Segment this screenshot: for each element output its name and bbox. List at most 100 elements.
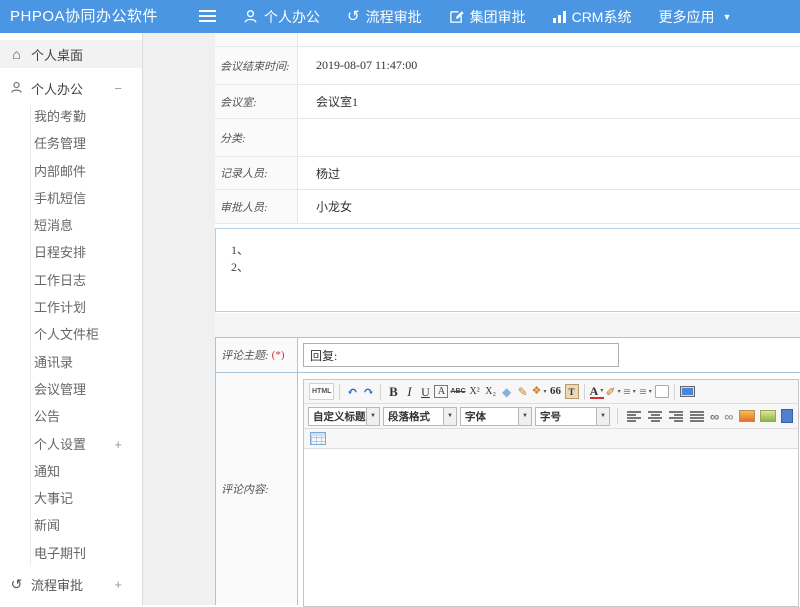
expand-plus-icon[interactable]: + <box>114 577 122 592</box>
top-bar: PHPOA协同办公软件 个人办公 ↺ 流程审批 集团审批 CRM系统 更多应用 … <box>0 0 800 33</box>
sidebar-item-personal-settings[interactable]: 个人设置 + <box>0 431 142 458</box>
sidebar-item-label: 日程安排 <box>34 245 86 260</box>
sidebar-item-schedule[interactable]: 日程安排 <box>0 239 142 266</box>
sidebar-item-label: 新闻 <box>34 518 60 533</box>
field-value: 2019-08-07 11:47:00 <box>298 47 800 84</box>
new-page-icon[interactable] <box>655 385 669 398</box>
fullscreen-icon[interactable] <box>680 386 695 397</box>
paragraph-format-dropdown[interactable]: 段落格式▼ <box>383 407 457 426</box>
eraser-icon[interactable]: ◆ <box>500 383 514 400</box>
highlight-marker-icon[interactable]: ✐▾ <box>606 383 621 400</box>
blockquote-icon[interactable]: 66 <box>549 383 563 400</box>
bold-icon[interactable]: B <box>386 383 400 400</box>
comment-subject-input[interactable] <box>303 343 619 367</box>
sidebar-item-e-journal[interactable]: 电子期刊 <box>0 540 142 567</box>
process-refresh-icon: ↺ <box>347 9 360 24</box>
sidebar-item-personal-desktop[interactable]: ⌂ 个人桌面 <box>0 40 142 68</box>
underline-icon[interactable]: U <box>418 383 432 400</box>
table-icon[interactable] <box>310 432 326 445</box>
dropdown-label: 段落格式 <box>384 408 443 425</box>
link-icon[interactable]: ∞ <box>710 409 719 424</box>
sidebar-item-label: 公告 <box>34 409 60 424</box>
expand-plus-icon[interactable]: + <box>114 431 122 458</box>
sidebar-item-task-management[interactable]: 任务管理 <box>0 130 142 157</box>
paste-word-icon[interactable]: T <box>565 384 579 399</box>
editor-content-area[interactable] <box>304 449 798 606</box>
field-label: 记录人员: <box>215 157 298 189</box>
sidebar-item-label: 个人设置 <box>34 437 86 452</box>
form-row-meeting-end-time: 会议结束时间:2019-08-07 11:47:00 <box>215 47 800 85</box>
font-color-icon[interactable]: A▾ <box>590 384 604 399</box>
sidebar-item-label: 工作日志 <box>34 273 86 288</box>
align-center-icon[interactable] <box>648 411 662 422</box>
collapse-minus-icon[interactable]: − <box>114 81 122 96</box>
sidebar-item-label: 流程审批 <box>31 575 83 594</box>
italic-icon[interactable]: I <box>402 383 416 400</box>
unlink-icon[interactable]: ∞ <box>724 409 733 424</box>
sidebar-item-news[interactable]: 新闻 <box>0 512 142 539</box>
sidebar-item-process-approval[interactable]: ↺ 流程审批 + <box>0 570 142 598</box>
background-color-icon[interactable]: ❖▾ <box>532 383 547 400</box>
video-icon[interactable] <box>781 409 793 423</box>
strikethrough-icon[interactable]: ABC <box>450 383 465 400</box>
process-refresh-icon: ↺ <box>9 577 24 591</box>
sidebar-item-my-attendance[interactable]: 我的考勤 <box>0 103 142 130</box>
sidebar-item-personal-office[interactable]: 个人办公 − <box>0 74 142 102</box>
sidebar-item-short-message[interactable]: 短消息 <box>0 212 142 239</box>
sidebar-item-work-log[interactable]: 工作日志 <box>0 267 142 294</box>
nav-personal-office[interactable]: 个人办公 <box>243 7 320 27</box>
subscript-icon[interactable]: X₂ <box>484 383 498 400</box>
sidebar-item-label: 会议管理 <box>34 382 86 397</box>
align-left-icon[interactable] <box>627 411 641 422</box>
section-spacer <box>215 313 800 337</box>
sidebar-item-internal-mail[interactable]: 内部邮件 <box>0 158 142 185</box>
sidebar-item-label: 工作计划 <box>34 300 86 315</box>
sidebar-item-personal-files[interactable]: 个人文件柜 <box>0 321 142 348</box>
content-panel: 会议结束时间:2019-08-07 11:47:00会议室:会议室1分类:记录人… <box>215 33 800 605</box>
html-source-button[interactable]: HTML <box>309 383 334 400</box>
sidebar-item-announcement[interactable]: 公告 <box>0 403 142 430</box>
sidebar-item-contacts[interactable]: 通讯录 <box>0 349 142 376</box>
toolbar-separator <box>339 384 340 400</box>
meeting-minutes-box[interactable]: 1、2、 <box>215 228 800 312</box>
nav-label: 个人办公 <box>264 7 320 27</box>
sidebar-item-memorabilia[interactable]: 大事记 <box>0 485 142 512</box>
format-brush-icon[interactable]: ✎ <box>516 383 530 400</box>
form-row-category: 分类: <box>215 119 800 157</box>
hamburger-menu-icon[interactable] <box>199 10 216 22</box>
editor-toolbar-row2: 自定义标题▼段落格式▼字体▼字号▼∞∞ <box>304 404 798 429</box>
nav-more-apps[interactable]: 更多应用 ▼ <box>658 7 731 27</box>
nav-process-approval[interactable]: ↺ 流程审批 <box>347 7 422 27</box>
nav-crm-system[interactable]: CRM系统 <box>553 7 632 27</box>
nav-label: 更多应用 <box>658 7 714 27</box>
font-family-dropdown[interactable]: 字体▼ <box>460 407 532 426</box>
sidebar-item-label: 大事记 <box>34 491 73 506</box>
sidebar-item-meeting-management[interactable]: 会议管理 <box>0 376 142 403</box>
toolbar-separator <box>380 384 381 400</box>
font-size-dropdown[interactable]: 字号▼ <box>535 407 610 426</box>
sidebar-item-label: 内部邮件 <box>34 164 86 179</box>
align-right-icon[interactable] <box>669 411 683 422</box>
align-justify-icon[interactable] <box>690 411 704 422</box>
sidebar-item-work-plan[interactable]: 工作计划 <box>0 294 142 321</box>
sidebar-item-label: 通知 <box>34 464 60 479</box>
unordered-list-icon[interactable]: ≡▾ <box>639 383 653 400</box>
superscript-icon[interactable]: X² <box>468 383 482 400</box>
undo-icon[interactable]: ↶ <box>345 383 359 400</box>
caret-down-icon: ▼ <box>366 408 379 425</box>
nav-group-approval[interactable]: 集团审批 <box>449 7 526 27</box>
image-icon[interactable] <box>739 410 755 422</box>
editor-toolbar-row1: HTML↶↷BIUAABCX²X₂◆✎❖▾66TA▾✐▾≡▾≡▾ <box>304 380 798 404</box>
custom-title-dropdown[interactable]: 自定义标题▼ <box>308 407 380 426</box>
redo-icon[interactable]: ↷ <box>361 383 375 400</box>
person-icon <box>243 9 258 24</box>
form-row-recorder: 记录人员:杨过 <box>215 157 800 190</box>
media-icon[interactable] <box>760 410 776 422</box>
sidebar-item-mobile-sms[interactable]: 手机短信 <box>0 185 142 212</box>
dropdown-label: 字体 <box>461 408 518 425</box>
sidebar-item-label: 个人办公 <box>31 79 83 98</box>
font-border-icon[interactable]: A <box>434 385 448 398</box>
ordered-list-icon[interactable]: ≡▾ <box>623 383 637 400</box>
sidebar-item-notice[interactable]: 通知 <box>0 458 142 485</box>
comment-subject-label: 评论主题: (*) <box>216 338 298 372</box>
